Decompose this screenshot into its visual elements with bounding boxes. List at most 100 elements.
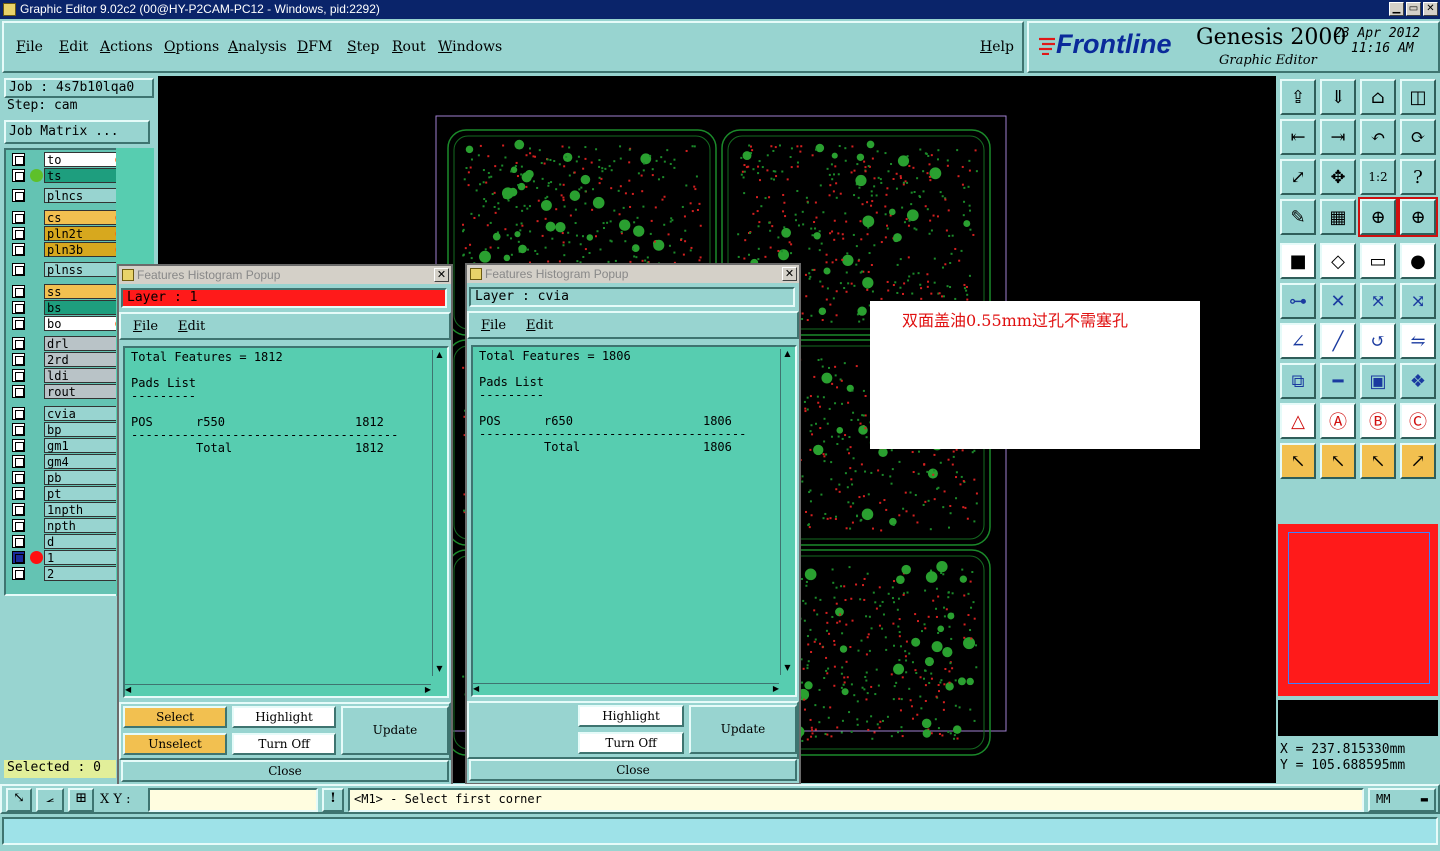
menu-step[interactable]: Step [347, 39, 379, 55]
layer-checkbox[interactable] [12, 189, 25, 202]
close-button[interactable]: Close [121, 760, 449, 782]
layer-row[interactable]: bs [6, 300, 128, 315]
redraw-icon[interactable]: ⟳ [1400, 119, 1436, 155]
popup-close-icon[interactable]: ✕ [782, 267, 797, 281]
layer-row[interactable]: gm4 [6, 454, 128, 469]
previous-view-icon[interactable]: ⇤ [1280, 119, 1316, 155]
horizontal-scrollbar[interactable]: ◀ ▶ [473, 683, 779, 695]
layer-row[interactable]: cvia [6, 406, 128, 421]
popup-menu-file[interactable]: File [481, 318, 506, 333]
maximize-button[interactable]: ▭ [1406, 2, 1421, 16]
close-window-button[interactable]: ✕ [1423, 2, 1438, 16]
layer-row[interactable]: pln2t🔥 [6, 226, 128, 241]
popup-menu-file[interactable]: File [133, 319, 158, 334]
layer-row[interactable]: d [6, 534, 128, 549]
horizontal-scrollbar[interactable]: ◀ ▶ [125, 684, 431, 696]
layer-checkbox[interactable] [12, 535, 25, 548]
pointer-icon[interactable]: ↖ [1280, 443, 1316, 479]
layer-row[interactable]: ss [6, 284, 128, 299]
triangle-b-icon[interactable]: Ⓑ [1360, 403, 1396, 439]
pointer-route-icon[interactable]: ↗ [1400, 443, 1436, 479]
menu-rout[interactable]: Rout [392, 39, 426, 55]
layer-snap-active-icon[interactable]: ⊕ [1398, 197, 1438, 237]
menu-analysis[interactable]: Analysis [228, 39, 287, 55]
triangle-icon[interactable]: △ [1280, 403, 1316, 439]
popup-menu-edit[interactable]: Edit [178, 319, 205, 334]
measure-ruler-icon[interactable]: ▭ [1360, 243, 1396, 279]
grid-icon[interactable]: ▦ [1320, 199, 1356, 235]
overview-map[interactable] [1278, 524, 1438, 696]
select-button[interactable]: Select [123, 706, 227, 728]
layer-row[interactable]: plnss [6, 262, 128, 277]
menu-help[interactable]: Help [980, 39, 1014, 55]
line-tool-icon[interactable]: ✎ [1280, 199, 1316, 235]
command-line[interactable] [2, 817, 1438, 845]
layer-row[interactable]: bo🔥 [6, 316, 128, 331]
layer-row[interactable]: plncs [6, 188, 128, 203]
zoom-fit-icon[interactable]: ⤢ [1280, 159, 1316, 195]
update-button[interactable]: Update [689, 705, 797, 754]
rotate-icon[interactable]: ⤨ [1400, 283, 1436, 319]
layer-checkbox[interactable] [12, 519, 25, 532]
layer-checkbox[interactable] [12, 369, 25, 382]
menu-edit[interactable]: Edit [59, 39, 88, 55]
layer-row[interactable]: pln3b🔥 [6, 242, 128, 257]
select-box-icon[interactable]: ▣ [1360, 363, 1396, 399]
circle-pad-icon[interactable]: ● [1400, 243, 1436, 279]
vertical-scrollbar[interactable]: ▲ ▼ [780, 349, 794, 675]
home-icon[interactable]: ⌂ [1360, 79, 1396, 115]
layer-checkbox[interactable] [12, 211, 25, 224]
layer-row[interactable]: 2rd [6, 352, 128, 367]
layer-row[interactable]: ts [6, 168, 128, 183]
layer-checkbox[interactable] [12, 471, 25, 484]
layer-row[interactable]: rout [6, 384, 128, 399]
layer-row[interactable]: 1 [6, 550, 128, 565]
open-step-icon[interactable]: ⇪ [1280, 79, 1316, 115]
layer-checkbox[interactable] [12, 487, 25, 500]
layer-checkbox[interactable] [12, 153, 25, 166]
connect-icon[interactable]: ⊶ [1280, 283, 1316, 319]
angle-icon[interactable]: ∠ [1280, 323, 1316, 359]
cross-icon[interactable]: ✕ [1320, 283, 1356, 319]
layer-checkbox[interactable] [12, 301, 25, 314]
layer-checkbox[interactable] [12, 243, 25, 256]
next-view-icon[interactable]: ⇥ [1320, 119, 1356, 155]
flip-icon[interactable]: ⇋ [1400, 323, 1436, 359]
layer-row[interactable]: pb [6, 470, 128, 485]
update-button[interactable]: Update [341, 706, 449, 755]
menu-file[interactable]: File [16, 39, 43, 55]
layer-snap-icon[interactable]: ⊕ [1358, 197, 1398, 237]
layer-row[interactable]: drl [6, 336, 128, 351]
popup-close-icon[interactable]: ✕ [434, 268, 449, 282]
triangle-a-icon[interactable]: Ⓐ [1320, 403, 1356, 439]
layer-checkbox[interactable] [12, 423, 25, 436]
layer-row[interactable]: bp [6, 422, 128, 437]
menu-windows[interactable]: Windows [438, 39, 502, 55]
layer-row[interactable]: 1npth [6, 502, 128, 517]
layer-checkbox[interactable] [12, 503, 25, 516]
layer-checkbox[interactable] [12, 337, 25, 350]
slash-icon[interactable]: ╱ [1320, 323, 1356, 359]
layer-row[interactable]: gm1 [6, 438, 128, 453]
pan-icon[interactable]: ✥ [1320, 159, 1356, 195]
unselect-button[interactable]: Unselect [123, 733, 227, 755]
layer-checkbox[interactable] [12, 439, 25, 452]
undo-view-icon[interactable]: ↶ [1360, 119, 1396, 155]
vertical-scrollbar[interactable]: ▲ ▼ [432, 350, 446, 676]
job-matrix-button[interactable]: Job Matrix ... [4, 120, 150, 144]
layer-checkbox[interactable] [12, 551, 25, 564]
move-icon[interactable]: ⤧ [1360, 283, 1396, 319]
layer-checkbox[interactable] [12, 285, 25, 298]
save-icon[interactable]: ⇓ [1320, 79, 1356, 115]
alert-button[interactable]: ! [322, 788, 344, 812]
help-query-icon[interactable]: ? [1400, 159, 1436, 195]
pointer-box-icon[interactable]: ↖ [1320, 443, 1356, 479]
measure-icon[interactable]: ⦟ [36, 788, 64, 812]
minimize-button[interactable]: ▁ [1389, 2, 1404, 16]
minus-icon[interactable]: ━ [1320, 363, 1356, 399]
menu-dfm[interactable]: DFM [297, 39, 332, 55]
arc-icon[interactable]: ↺ [1360, 323, 1396, 359]
popup-menu-edit[interactable]: Edit [526, 318, 553, 333]
layer-row[interactable]: npth [6, 518, 128, 533]
layer-row[interactable]: to🔥 [6, 152, 128, 167]
